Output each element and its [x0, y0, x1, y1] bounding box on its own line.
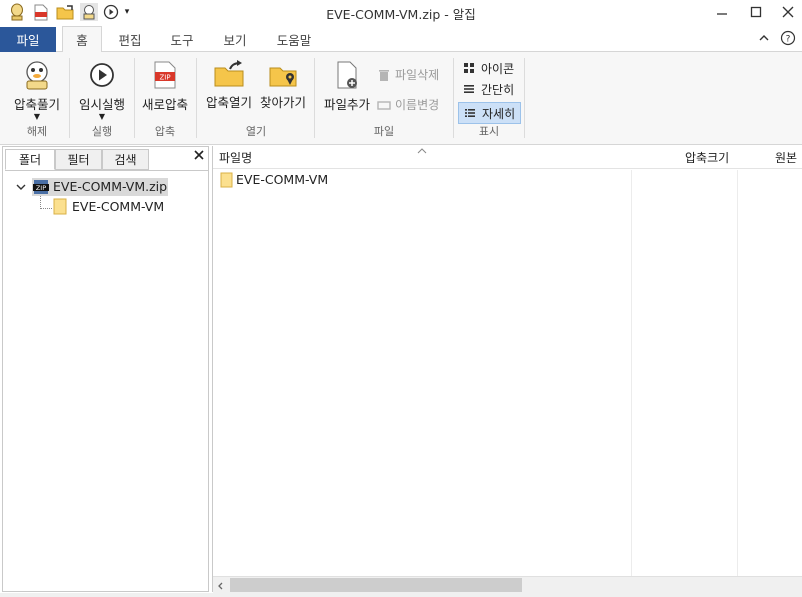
ribbon-separator: [453, 58, 454, 138]
tab-edit[interactable]: 편집: [108, 27, 152, 51]
status-strip: [0, 593, 802, 597]
collapse-ribbon-icon[interactable]: ?: [780, 30, 796, 46]
view-detail-label: 자세히: [482, 106, 516, 121]
maximize-button[interactable]: [738, 0, 774, 24]
add-file-label: 파일추가: [323, 97, 370, 112]
ribbon-separator: [69, 58, 70, 138]
new-zip-button[interactable]: ZIP 새로압축: [138, 60, 192, 113]
user-mascot-icon[interactable]: [80, 3, 98, 21]
ribbon-separator: [524, 58, 525, 138]
run-button[interactable]: 임시실행 ▼: [74, 60, 130, 121]
tab-search[interactable]: 검색: [102, 149, 149, 170]
group-file-label: 파일: [373, 125, 395, 138]
group-open-label: 열기: [245, 125, 267, 138]
delete-file-label: 파일삭제: [395, 68, 440, 82]
rename-icon: [377, 100, 391, 110]
tree-root-label[interactable]: EVE-COMM-VM.zip: [53, 179, 167, 194]
detail-list-icon: [465, 109, 475, 117]
add-file-icon: [337, 61, 357, 89]
tab-help[interactable]: 도움말: [268, 27, 320, 51]
list-item-name: EVE-COMM-VM: [236, 172, 329, 187]
svg-text:?: ?: [786, 35, 791, 45]
panel-tab-divider: [5, 170, 208, 171]
scroll-thumb[interactable]: [230, 578, 522, 592]
group-run-label: 실행: [91, 125, 113, 138]
mascot-extract-icon: [26, 61, 48, 90]
play-run-icon: [90, 63, 114, 87]
tab-tools[interactable]: 도구: [160, 27, 204, 51]
ribbon-separator: [196, 58, 197, 138]
open-zip-label: 압축열기: [205, 95, 252, 110]
view-simple-button[interactable]: 간단히: [460, 80, 517, 98]
folder-location-icon: [269, 67, 297, 87]
extract-label: 압축풀기: [13, 97, 60, 112]
browse-label: 찾아가기: [259, 95, 306, 110]
tab-view[interactable]: 보기: [213, 27, 257, 51]
new-zip-label: 새로압축: [141, 97, 188, 112]
tree-child-label[interactable]: EVE-COMM-VM: [72, 199, 164, 214]
column-separator: [737, 170, 738, 576]
view-icon-button[interactable]: 아이콘: [460, 59, 517, 77]
group-extract-label: 해제: [26, 125, 48, 138]
tab-filter[interactable]: 필터: [55, 149, 102, 170]
file-list-panel: [212, 146, 802, 592]
close-button[interactable]: [770, 0, 802, 24]
view-icon-label: 아이콘: [481, 61, 515, 76]
ribbon-separator: [314, 58, 315, 138]
open-zip-button[interactable]: 압축열기: [202, 60, 256, 111]
add-file-button[interactable]: 파일추가: [320, 60, 374, 113]
quick-access-dropdown-icon[interactable]: ▾: [121, 3, 133, 21]
svg-text:ZIP: ZIP: [36, 184, 46, 192]
folder-open-icon[interactable]: [56, 3, 74, 21]
list-icon: [464, 85, 474, 93]
folder-open-arrow-icon: [214, 60, 244, 87]
view-simple-label: 간단히: [481, 82, 515, 97]
tab-home[interactable]: 홈: [62, 26, 102, 52]
zip-new-icon: ZIP: [154, 61, 176, 89]
svg-text:ZIP: ZIP: [159, 74, 170, 82]
zip-archive-icon: ZIP: [33, 179, 49, 195]
column-header-original[interactable]: 원본: [775, 149, 797, 166]
view-detail-button[interactable]: 자세히: [458, 102, 522, 124]
tree-line: [40, 208, 52, 210]
app-mascot-icon[interactable]: [8, 3, 26, 21]
delete-file-button[interactable]: 파일삭제: [377, 66, 439, 83]
group-view-label: 표시: [478, 125, 500, 138]
extract-dropdown-icon[interactable]: ▼: [34, 113, 40, 121]
tree-expand-icon[interactable]: [15, 181, 27, 193]
tab-file[interactable]: 파일: [0, 27, 56, 52]
browse-button[interactable]: 찾아가기: [256, 60, 310, 111]
ribbon-separator: [134, 58, 135, 138]
run-dropdown-icon[interactable]: ▼: [99, 113, 105, 121]
play-icon[interactable]: [102, 3, 120, 21]
minimize-button[interactable]: [704, 0, 740, 24]
zip-file-icon[interactable]: [32, 3, 50, 21]
column-header-compressed[interactable]: 압축크기: [685, 149, 729, 166]
rename-button[interactable]: 이름변경: [377, 96, 439, 113]
rename-label: 이름변경: [395, 98, 440, 112]
tab-folder[interactable]: 폴더: [5, 149, 55, 170]
sort-ascending-icon: [417, 144, 427, 154]
extract-button[interactable]: 압축풀기 ▼: [10, 60, 64, 121]
header-divider: [213, 168, 802, 169]
column-separator: [631, 170, 632, 576]
folder-icon: [53, 198, 67, 215]
column-header-name[interactable]: 파일명: [219, 149, 252, 166]
trash-icon: [379, 69, 389, 81]
help-icon[interactable]: [757, 31, 771, 45]
panel-close-icon[interactable]: [193, 149, 205, 161]
grid-icon: [464, 63, 474, 73]
folder-icon: [220, 172, 233, 188]
group-compress-label: 압축: [154, 125, 176, 138]
run-label: 임시실행: [78, 97, 125, 112]
scroll-left-icon[interactable]: [216, 580, 226, 590]
